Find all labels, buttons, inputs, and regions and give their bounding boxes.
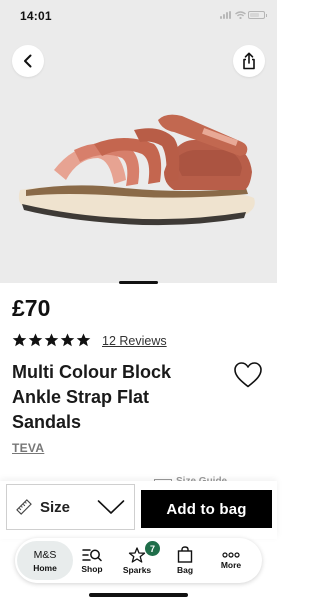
home-indicator: [89, 593, 188, 597]
chevron-left-icon: [24, 54, 32, 68]
size-selector[interactable]: Size: [6, 484, 135, 530]
status-bar: 14:01: [0, 0, 277, 30]
product-image-gallery[interactable]: [0, 0, 277, 284]
wifi-icon: [235, 11, 246, 19]
share-button[interactable]: [233, 45, 265, 77]
ruler-icon: [16, 499, 32, 515]
star-icon: [76, 333, 91, 347]
search-grid-icon: [82, 548, 102, 561]
nav-bag[interactable]: Bag: [171, 538, 199, 583]
sparks-star-icon: [128, 546, 146, 563]
share-icon: [243, 52, 255, 70]
star-icon: [44, 333, 59, 347]
size-selector-label: Size: [40, 498, 71, 516]
nav-label: Home: [33, 562, 57, 573]
sparks-badge: 7: [145, 541, 160, 556]
bag-icon: [177, 546, 193, 563]
star-icon: [60, 333, 75, 347]
brand-link[interactable]: TEVA: [12, 441, 44, 455]
nav-more[interactable]: More: [215, 538, 247, 583]
purchase-bar: Size Add to bag: [0, 481, 277, 539]
heart-icon: [234, 362, 262, 388]
star-icon: [28, 333, 43, 347]
rating-stars: [12, 333, 91, 347]
image-pager-indicator: [119, 281, 158, 284]
status-time: 14:01: [20, 9, 52, 23]
battery-icon: [248, 11, 267, 19]
nav-label: More: [220, 559, 242, 570]
wishlist-button[interactable]: [233, 361, 263, 394]
signal-icon: [220, 11, 232, 19]
star-icon: [12, 333, 27, 347]
ms-logo-icon: M&S: [33, 548, 57, 561]
reviews-link[interactable]: 12 Reviews: [102, 334, 167, 348]
product-title: Multi Colour Block Ankle Strap Flat Sand…: [12, 362, 171, 432]
product-photo: [18, 114, 255, 226]
nav-sparks[interactable]: Sparks 7: [119, 538, 160, 583]
bottom-nav: M&S Home Shop Sparks 7 Bag More: [15, 538, 262, 583]
nav-label: Bag: [176, 565, 194, 575]
add-to-bag-button[interactable]: Add to bag: [141, 490, 272, 528]
nav-label: Sparks: [122, 564, 152, 575]
product-price: £70: [12, 295, 51, 321]
nav-label: Shop: [81, 563, 103, 574]
nav-home[interactable]: M&S Home: [17, 541, 73, 580]
chevron-down-icon: [97, 500, 125, 514]
nav-shop[interactable]: Shop: [77, 538, 107, 583]
back-button[interactable]: [12, 45, 44, 77]
more-dots-icon: [222, 551, 240, 558]
